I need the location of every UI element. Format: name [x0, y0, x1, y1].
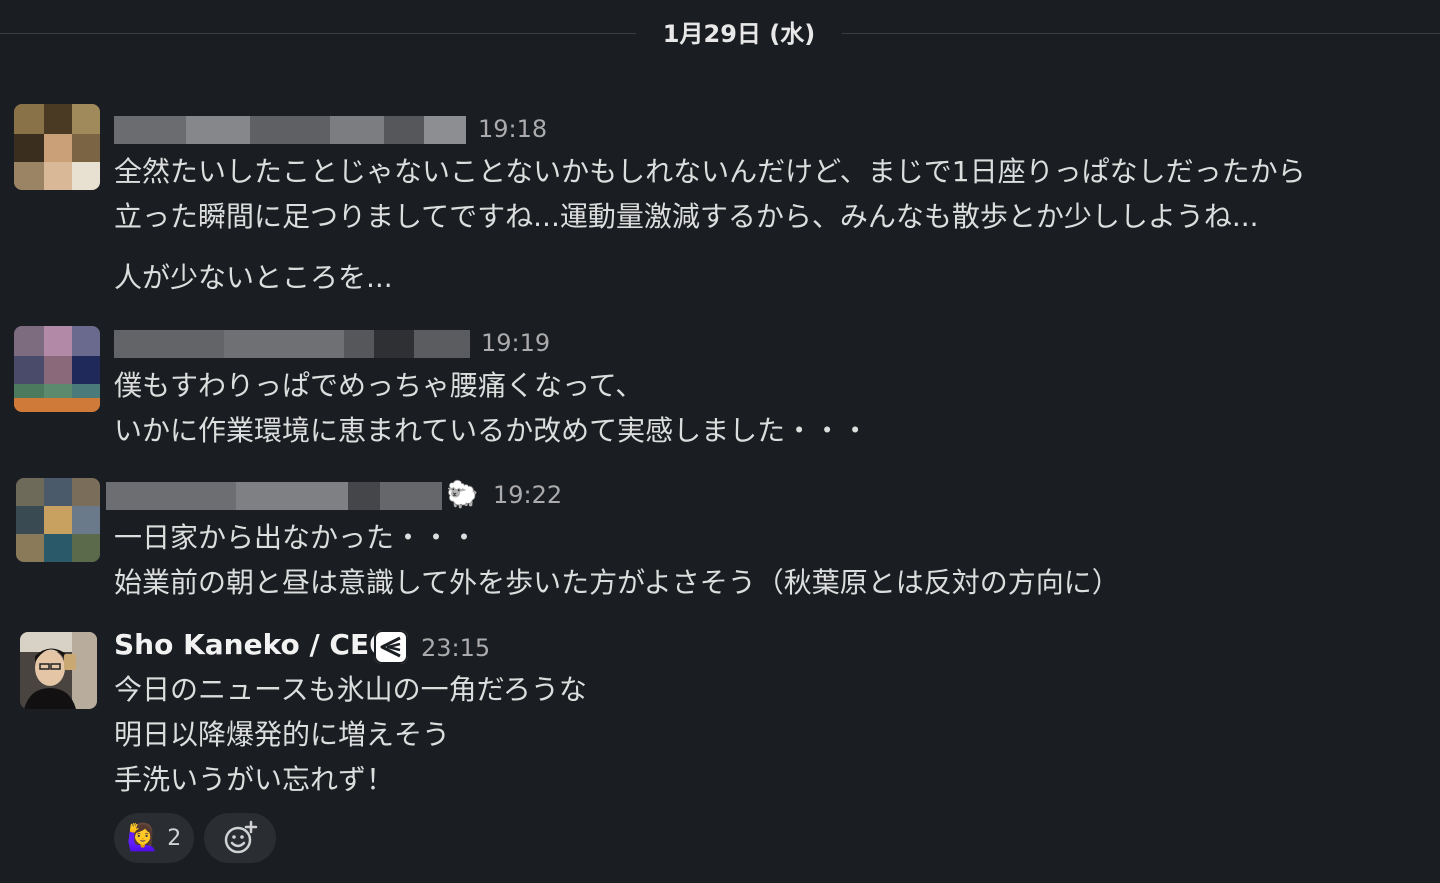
reaction-pill[interactable]: 🙋‍♀️ 2 [114, 813, 194, 863]
message-text: 立った瞬間に足つりましてですね...運動量激減するから、みんなも散歩とか少ししよ… [114, 200, 1259, 233]
sender-name-redacted[interactable] [106, 482, 442, 510]
timestamp[interactable]: 19:19 [481, 328, 550, 358]
add-reaction-button[interactable] [204, 813, 276, 863]
divider-rule-right [842, 33, 1440, 34]
avatar[interactable] [14, 104, 100, 190]
message-text: 人が少ないところを... [114, 261, 393, 294]
message-text: 始業前の朝と昼は意識して外を歩いた方がよさそう（秋葉原とは反対の方向に） [114, 566, 1120, 599]
avatar[interactable] [16, 478, 100, 562]
sheep-status-icon: 🐑 [446, 480, 479, 510]
person-photo-icon [20, 632, 97, 709]
timestamp[interactable]: 19:22 [493, 480, 562, 510]
message-item: 🐑 19:22 一日家から出なかった・・・ 始業前の朝と昼は意識して外を歩いた方… [0, 474, 1440, 614]
timestamp[interactable]: 23:15 [421, 633, 490, 663]
date-divider: 1月29日 (水) [0, 12, 1440, 56]
message-item: 19:19 僕もすわりっぱでめっちゃ腰痛くなって、 いかに作業環境に恵まれている… [0, 322, 1440, 462]
reaction-count: 2 [167, 825, 182, 851]
message-text: 手洗いうがい忘れず！ [114, 763, 395, 796]
timestamp[interactable]: 19:18 [478, 114, 547, 144]
sender-name-redacted[interactable] [114, 330, 470, 358]
chat-window: 1月29日 (水) 19:18 全然たいしたことじゃないことないかもしれないんだ… [0, 0, 1440, 883]
avatar[interactable] [14, 326, 100, 412]
message-text: 明日以降爆発的に増えそう [114, 718, 451, 751]
message-text: 僕もすわりっぱでめっちゃ腰痛くなって、 [114, 369, 644, 402]
message-text: 全然たいしたことじゃないことないかもしれないんだけど、まじで1日座りっぱなしだっ… [114, 155, 1306, 188]
raising-hand-icon: 🙋‍♀️ [126, 823, 160, 853]
message-text: 一日家から出なかった・・・ [114, 521, 479, 554]
add-reaction-icon [224, 820, 258, 854]
company-badge-icon [374, 630, 408, 664]
sender-name[interactable]: Sho Kaneko / CEO [114, 628, 393, 662]
date-label[interactable]: 1月29日 (水) [636, 16, 842, 52]
message-text: いかに作業環境に恵まれているか改めて実感しました・・・ [114, 414, 870, 447]
avatar[interactable] [20, 632, 97, 709]
sender-name-redacted[interactable] [114, 116, 466, 144]
message-text: 今日のニュースも氷山の一角だろうな [114, 673, 587, 706]
divider-rule-left [0, 33, 636, 34]
message-item: Sho Kaneko / CEO 23:15 今日のニュースも氷山の一角だろうな… [0, 626, 1440, 876]
message-item: 19:18 全然たいしたことじゃないことないかもしれないんだけど、まじで1日座り… [0, 100, 1440, 300]
